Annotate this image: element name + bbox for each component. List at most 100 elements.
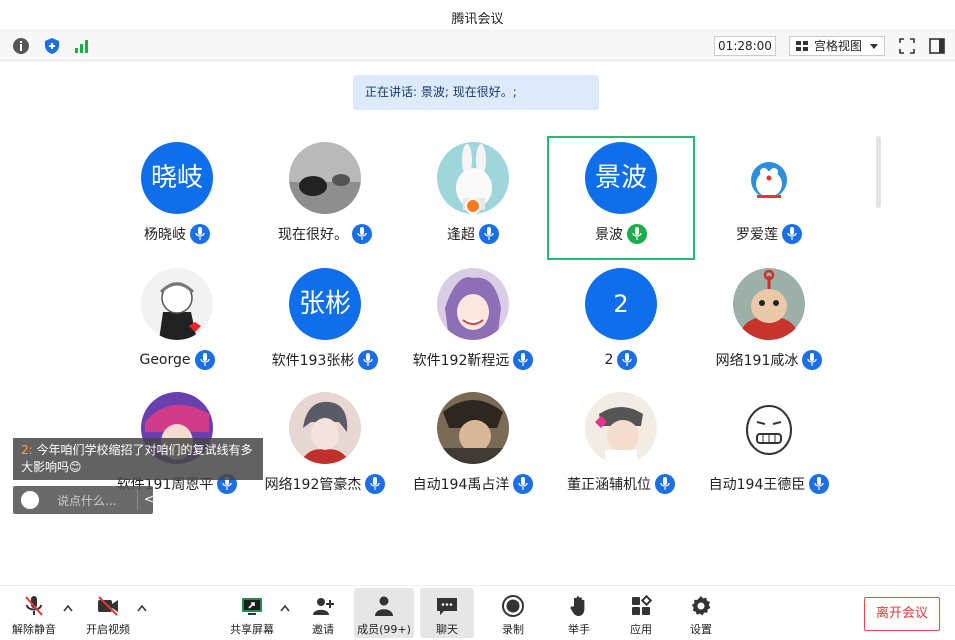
- participant-name: 2: [604, 352, 614, 368]
- participant-name: 自动194禹占洋: [412, 477, 510, 493]
- mic-icon: [782, 224, 802, 244]
- host-badge-icon: [465, 198, 481, 214]
- participant-name: 景波: [595, 227, 623, 243]
- grid-scrollbar[interactable]: [876, 136, 881, 208]
- participant-tile[interactable]: 网络192管豪杰: [251, 386, 399, 510]
- bottom-toolbar: 解除静音 开启视频 共享屏幕 邀请 成员(99+) 聊天 录制 举手 应用 设置: [0, 585, 955, 640]
- grid-view-icon: [796, 41, 808, 51]
- participant-tile[interactable]: 2 2: [547, 262, 695, 386]
- side-panel-icon[interactable]: [928, 37, 946, 55]
- participant-name: 软件192靳程远: [412, 353, 510, 369]
- avatar: [733, 392, 805, 464]
- members-icon: [375, 596, 393, 616]
- chat-message-text: 今年咱们学校缩招了对咱们的复试线有多大影响吗😊: [21, 443, 253, 474]
- mic-icon: [365, 474, 386, 494]
- window-title: 腾讯会议: [451, 12, 504, 27]
- chevron-up-icon[interactable]: [63, 604, 73, 612]
- chat-button[interactable]: 聊天: [420, 588, 474, 638]
- avatar: 晓岐: [141, 142, 213, 214]
- add-user-icon: [313, 598, 334, 615]
- chat-sender: 2:: [21, 443, 33, 457]
- chat-message-popup[interactable]: 2: 今年咱们学校缩招了对咱们的复试线有多大影响吗😊: [13, 438, 263, 480]
- apps-button[interactable]: 应用: [616, 588, 666, 638]
- avatar: [437, 268, 509, 340]
- mic-icon: [190, 224, 210, 244]
- info-icon[interactable]: [12, 37, 30, 55]
- participant-name: 网络191咸冰: [715, 353, 799, 369]
- record-button[interactable]: 录制: [488, 588, 538, 638]
- chevron-up-icon[interactable]: [137, 604, 147, 612]
- participant-name: 杨晓岐: [144, 227, 186, 243]
- mic-icon: [479, 224, 499, 244]
- invite-label: 邀请: [312, 623, 334, 636]
- emoji-icon[interactable]: [21, 491, 39, 509]
- apps-label: 应用: [630, 623, 652, 636]
- mic-icon: [655, 474, 675, 494]
- participant-tile[interactable]: George: [103, 262, 251, 386]
- view-mode-label: 宫格视图: [814, 39, 863, 53]
- share-screen-label: 共享屏幕: [230, 623, 274, 636]
- avatar: 张彬: [289, 268, 361, 340]
- members-button[interactable]: 成员(99+): [354, 588, 414, 638]
- chevron-left-icon[interactable]: <: [144, 492, 154, 506]
- raise-hand-button[interactable]: 举手: [554, 588, 604, 638]
- share-screen-button[interactable]: 共享屏幕: [224, 588, 280, 638]
- unmute-button[interactable]: 解除静音: [6, 588, 62, 638]
- participant-tile[interactable]: 晓岐 杨晓岐: [103, 136, 251, 260]
- avatar: [141, 268, 213, 340]
- chevron-up-icon[interactable]: [280, 604, 290, 612]
- participant-tile[interactable]: 逢超: [399, 136, 547, 260]
- mic-icon: [352, 224, 372, 244]
- participant-name: George: [139, 352, 191, 368]
- avatar: [733, 142, 805, 214]
- share-screen-icon: [242, 598, 262, 615]
- participant-name: 董正涵辅机位: [567, 477, 651, 493]
- chat-label: 聊天: [436, 623, 458, 636]
- participant-tile-active-speaker[interactable]: 景波 景波: [547, 136, 695, 260]
- mic-icon: [513, 350, 534, 370]
- avatar: [585, 392, 657, 464]
- video-off-icon: [98, 596, 118, 616]
- start-video-button[interactable]: 开启视频: [80, 588, 136, 638]
- avatar: [289, 392, 361, 464]
- participant-tile[interactable]: 软件192靳程远: [399, 262, 547, 386]
- meeting-info-bar: 01:28:00 宫格视图: [0, 31, 955, 61]
- security-shield-icon[interactable]: [43, 37, 61, 55]
- mic-speaking-icon: [627, 224, 647, 244]
- settings-label: 设置: [690, 623, 712, 636]
- chat-input-placeholder[interactable]: 说点什么...: [57, 492, 116, 509]
- apps-grid-icon: [632, 594, 653, 615]
- participant-tile[interactable]: 张彬 软件193张彬: [251, 262, 399, 386]
- record-icon: [502, 595, 524, 617]
- title-bar: 腾讯会议: [0, 0, 955, 31]
- avatar: 景波: [585, 142, 657, 214]
- participant-name: 软件193张彬: [271, 353, 355, 369]
- mic-icon: [194, 350, 215, 370]
- fullscreen-icon[interactable]: [898, 37, 916, 55]
- leave-meeting-button[interactable]: 离开会议: [864, 597, 940, 631]
- participant-tile[interactable]: 网络191咸冰: [695, 262, 843, 386]
- record-label: 录制: [502, 623, 524, 636]
- chevron-down-icon: [870, 44, 878, 49]
- participant-tile[interactable]: 现在很好。: [251, 136, 399, 260]
- signal-strength-icon[interactable]: [73, 37, 91, 55]
- speaking-indicator: 正在讲话: 景波; 现在很好。;: [353, 75, 599, 110]
- raise-hand-icon: [570, 596, 585, 616]
- settings-button[interactable]: 设置: [676, 588, 726, 638]
- avatar: [289, 142, 361, 214]
- view-mode-dropdown[interactable]: 宫格视图: [789, 36, 885, 56]
- participant-tile[interactable]: 董正涵辅机位: [547, 386, 695, 510]
- raise-hand-label: 举手: [568, 623, 590, 636]
- start-video-label: 开启视频: [86, 623, 130, 636]
- mic-icon: [802, 350, 823, 370]
- participant-tile[interactable]: 自动194王德臣: [695, 386, 843, 510]
- gear-icon: [691, 596, 711, 616]
- chat-bubble-icon: [437, 598, 457, 615]
- invite-button[interactable]: 邀请: [298, 588, 348, 638]
- participant-name: 罗爱莲: [736, 227, 778, 243]
- divider: [137, 490, 138, 510]
- participant-tile[interactable]: 自动194禹占洋: [399, 386, 547, 510]
- avatar: [437, 392, 509, 464]
- participant-tile[interactable]: 罗爱莲: [695, 136, 843, 260]
- chat-input-bar[interactable]: 说点什么... <: [13, 486, 154, 514]
